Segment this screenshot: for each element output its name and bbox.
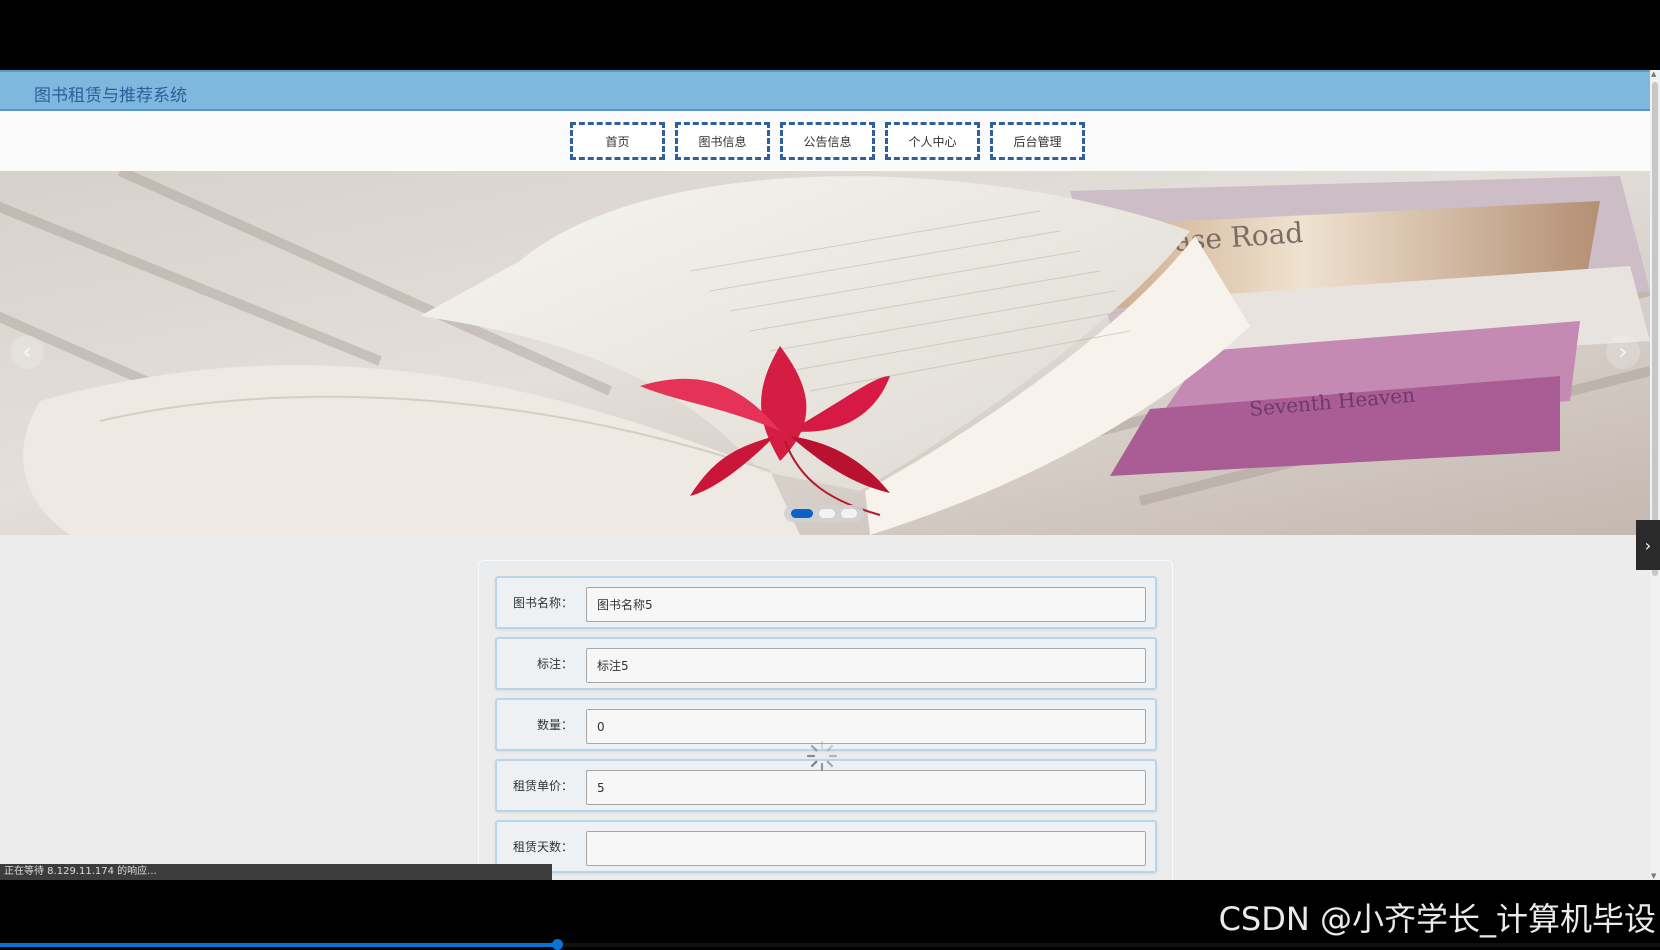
side-panel-toggle-icon[interactable]: › xyxy=(1636,520,1660,570)
note-label: 标注： xyxy=(536,657,573,671)
site-header: 图书租赁与推荐系统 xyxy=(0,70,1650,111)
nav-menu: 首页 图书信息 公告信息 个人中心 后台管理 xyxy=(570,122,1085,160)
progress-handle[interactable] xyxy=(552,939,563,950)
page-scrollbar[interactable]: ▲ ▼ xyxy=(1650,70,1660,880)
navigation-bar: 首页 图书信息 公告信息 个人中心 后台管理 xyxy=(0,111,1650,171)
video-progress-bar[interactable] xyxy=(0,939,1660,950)
nav-books[interactable]: 图书信息 xyxy=(675,122,770,160)
nav-profile[interactable]: 个人中心 xyxy=(885,122,980,160)
screen: 图书租赁与推荐系统 首页 图书信息 公告信息 个人中心 后台管理 ase Roa… xyxy=(0,0,1660,950)
book-name-input[interactable]: 图书名称5 xyxy=(586,587,1146,622)
nav-notices[interactable]: 公告信息 xyxy=(780,122,875,160)
rental-price-label: 租赁单价： xyxy=(512,779,573,793)
book-detail-form: 图书名称： 图书名称5 标注： 标注5 数量： 0 租赁单价： 5 租赁天数： xyxy=(479,561,1172,880)
browser-status-bar: 正在等待 8.129.11.174 的响应... xyxy=(0,864,552,880)
carousel-dot-2[interactable] xyxy=(819,509,835,518)
book-name-label: 图书名称： xyxy=(512,596,573,610)
nav-admin[interactable]: 后台管理 xyxy=(990,122,1085,160)
carousel-next-button[interactable]: › xyxy=(1606,335,1640,369)
rental-price-input[interactable]: 5 xyxy=(586,770,1146,805)
nav-home[interactable]: 首页 xyxy=(570,122,665,160)
quantity-label: 数量： xyxy=(536,718,573,732)
scrollbar-thumb[interactable] xyxy=(1652,82,1658,576)
carousel-prev-button[interactable]: ‹ xyxy=(10,335,44,369)
banner-carousel: ase Road Seventh Heaven ‹ › xyxy=(0,171,1650,535)
browser-viewport: 图书租赁与推荐系统 首页 图书信息 公告信息 个人中心 后台管理 ase Roa… xyxy=(0,70,1660,880)
quantity-input[interactable]: 0 xyxy=(586,709,1146,744)
loading-spinner-icon xyxy=(806,740,838,772)
banner-image: ase Road Seventh Heaven xyxy=(0,171,1650,535)
carousel-dot-1[interactable] xyxy=(791,509,813,518)
note-input[interactable]: 标注5 xyxy=(586,648,1146,683)
scroll-up-icon[interactable]: ▲ xyxy=(1651,70,1656,78)
carousel-dot-3[interactable] xyxy=(841,509,857,518)
book-name-field: 图书名称： 图书名称5 xyxy=(495,576,1157,629)
rental-days-input[interactable] xyxy=(586,831,1146,866)
carousel-indicators xyxy=(784,505,864,522)
scroll-down-icon[interactable]: ▼ xyxy=(1651,872,1656,880)
csdn-watermark: CSDN @小齐学长_计算机毕设 xyxy=(1218,900,1656,938)
progress-fill xyxy=(0,943,558,947)
site-title: 图书租赁与推荐系统 xyxy=(34,86,187,106)
note-field: 标注： 标注5 xyxy=(495,637,1157,690)
rental-days-field: 租赁天数： xyxy=(495,820,1157,873)
